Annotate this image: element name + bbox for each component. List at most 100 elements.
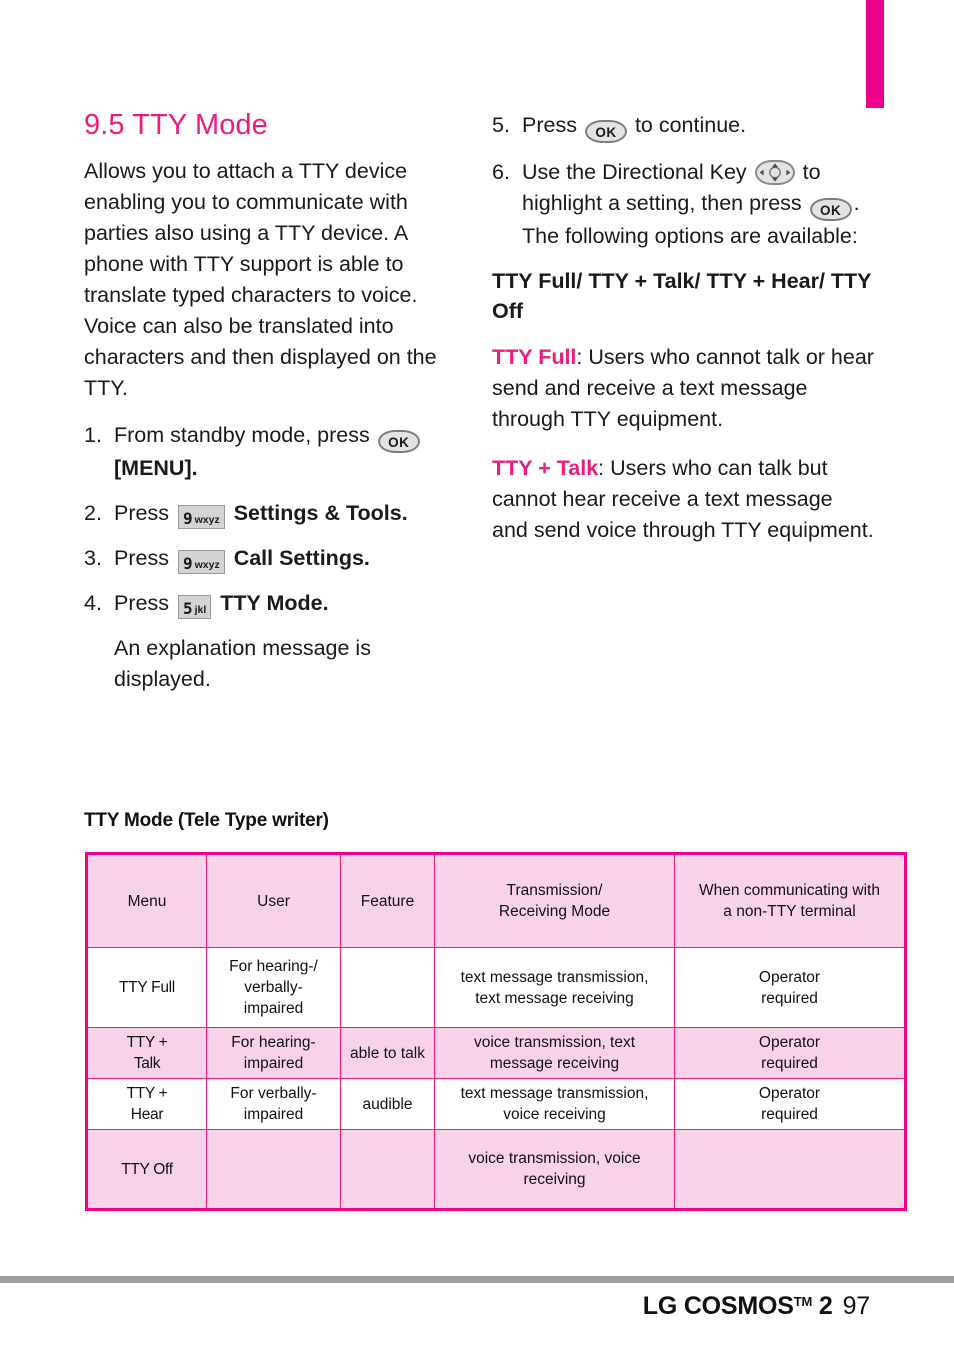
ok-key-icon: OK bbox=[377, 429, 420, 453]
step-2-text-after: Settings & Tools. bbox=[233, 500, 408, 525]
step-5: 5. Press OK to continue. bbox=[492, 110, 874, 143]
page-title: 9.5 TTY Mode bbox=[84, 109, 268, 141]
mode-line-1: voice transmission, text bbox=[473, 1034, 636, 1051]
step-1-text-after: [MENU]. bbox=[114, 455, 198, 480]
mode-line-1: text message transmission, bbox=[460, 968, 649, 986]
step-5-text-after: to continue. bbox=[634, 113, 747, 137]
cell-non-tty: Operator required bbox=[674, 1078, 906, 1130]
step-6: 6. Use the Directional Key to highlight a… bbox=[492, 157, 874, 252]
column-header-user: User bbox=[206, 853, 341, 948]
step-5-text-before: Press bbox=[522, 113, 577, 137]
mode-line-2: message receiving bbox=[489, 1055, 620, 1072]
nontty-line-2: required bbox=[761, 1106, 818, 1123]
nontty-line-2: required bbox=[761, 1055, 818, 1072]
cell-non-tty: Operator required bbox=[674, 1027, 906, 1079]
footer-brand: LG COSMOS bbox=[642, 1292, 794, 1320]
ok-key-icon: OK bbox=[809, 198, 852, 221]
key-digit: 5 bbox=[182, 598, 193, 618]
mode-line-2: voice receiving bbox=[503, 1106, 606, 1123]
user-line-2: impaired bbox=[243, 1055, 304, 1072]
table-row: TTY + Hear For verbally- impaired audibl… bbox=[86, 1078, 906, 1130]
definition-tty-talk: TTY + Talk: Users who can talk but canno… bbox=[492, 453, 874, 546]
numeric-key-9-wxyz-icon: 9 wxyz bbox=[177, 504, 225, 529]
step-4-note: An explanation message is displayed. bbox=[114, 635, 371, 691]
mode-line-2: receiving bbox=[523, 1171, 586, 1188]
cell-user: For hearing- impaired bbox=[206, 1027, 341, 1079]
menu-line-1: TTY + bbox=[126, 1034, 168, 1051]
mode-line-1: text message transmission, bbox=[460, 1085, 649, 1102]
key-letters: wxyz bbox=[194, 558, 220, 571]
step-4: 4. Press 5 jkl TTY Mode. bbox=[84, 588, 464, 619]
table-body: TTY Full For hearing-/ verbally- impaire… bbox=[86, 947, 906, 1210]
column-header-menu: Menu bbox=[86, 853, 207, 948]
cell-menu: TTY Off bbox=[86, 1129, 207, 1210]
user-line-2: impaired bbox=[243, 1106, 304, 1123]
menu-line-1: TTY + bbox=[126, 1085, 168, 1102]
step-4-text-after: TTY Mode. bbox=[220, 590, 329, 615]
cell-transmission-mode: voice transmission, voice receiving bbox=[434, 1129, 675, 1210]
table-row: TTY Off voice transmission, voice receiv… bbox=[86, 1129, 906, 1210]
column-header-non-tty: When communicating with a non-TTY termin… bbox=[674, 853, 906, 948]
ok-key-icon: OK bbox=[584, 120, 627, 143]
step-1-number: 1. bbox=[84, 422, 102, 447]
table-row: TTY + Talk For hearing- impaired able to… bbox=[86, 1027, 906, 1079]
cell-transmission-mode: voice transmission, text message receivi… bbox=[434, 1027, 675, 1079]
step-6-part1: Use the Directional Key bbox=[522, 160, 747, 184]
menu-line-2: Hear bbox=[130, 1106, 164, 1123]
user-line-1: For hearing-/ bbox=[229, 958, 318, 975]
footer-model: 2 bbox=[818, 1292, 833, 1320]
cell-user: For verbally- impaired bbox=[206, 1078, 341, 1130]
cell-feature: able to talk bbox=[340, 1027, 435, 1079]
right-column: 5. Press OK to continue. 6. Use the Direct… bbox=[492, 110, 874, 564]
key-letters: jkl bbox=[194, 603, 207, 616]
page-number: 97 bbox=[842, 1292, 871, 1320]
numeric-key-9-wxyz-icon: 9 wxyz bbox=[177, 549, 225, 574]
mode-line-2: text message receiving bbox=[475, 989, 634, 1007]
manual-page: 9.5 TTY Mode Allows you to attach a TTY … bbox=[0, 0, 954, 1372]
tty-mode-table: Menu User Feature Transmission/ Receivin… bbox=[85, 852, 907, 1211]
footer-divider bbox=[0, 1276, 954, 1283]
left-column: 9.5 TTY Mode Allows you to attach a TTY … bbox=[84, 109, 464, 709]
menu-line-2: Talk bbox=[133, 1055, 161, 1072]
user-line-1: For verbally- bbox=[230, 1085, 317, 1102]
step-3-number: 3. bbox=[84, 545, 102, 570]
cell-transmission-mode: text message transmission, text message … bbox=[434, 947, 675, 1028]
table-header-row: Menu User Feature Transmission/ Receivin… bbox=[86, 853, 906, 948]
column-header-feature: Feature bbox=[340, 853, 435, 948]
directional-key-icon bbox=[754, 160, 795, 185]
user-line-1: For hearing- bbox=[231, 1034, 316, 1051]
definition-tty-full: TTY Full: Users who cannot talk or hear … bbox=[492, 342, 874, 435]
step-3: 3. Press 9 wxyz Call Settings. bbox=[84, 543, 464, 574]
cell-non-tty: Operator required bbox=[674, 947, 906, 1028]
nontty-line-2: required bbox=[761, 989, 818, 1007]
user-line-2: verbally- bbox=[244, 979, 303, 996]
nontty-line-1: Operator bbox=[758, 1085, 821, 1102]
step-2-text-before: Press bbox=[114, 500, 169, 525]
numeric-key-5-jkl-icon: 5 jkl bbox=[177, 594, 212, 619]
cell-user: For hearing-/ verbally- impaired bbox=[206, 947, 341, 1028]
definition-term: TTY + Talk bbox=[492, 456, 599, 480]
key-digit: 9 bbox=[182, 553, 193, 573]
cell-feature bbox=[340, 947, 435, 1028]
cell-menu: TTY + Hear bbox=[86, 1078, 207, 1130]
cell-feature: audible bbox=[340, 1078, 435, 1130]
step-1: 1. From standby mode, press OK [MENU]. bbox=[84, 420, 464, 484]
step-3-text-before: Press bbox=[114, 545, 169, 570]
cell-menu: TTY Full bbox=[86, 947, 207, 1028]
cell-user bbox=[206, 1129, 341, 1210]
header-line-2: Receiving Mode bbox=[498, 903, 611, 920]
table-row: TTY Full For hearing-/ verbally- impaire… bbox=[86, 947, 906, 1028]
table-header: Menu User Feature Transmission/ Receivin… bbox=[86, 853, 906, 948]
nontty-line-1: Operator bbox=[758, 968, 821, 986]
table-caption: TTY Mode (Tele Type writer) bbox=[84, 810, 329, 831]
step-2-number: 2. bbox=[84, 500, 102, 525]
intro-paragraph: Allows you to attach a TTY device enabli… bbox=[84, 158, 437, 400]
footer: LG COSMOSTM 2 97 bbox=[643, 1292, 870, 1321]
column-header-transmission-mode: Transmission/ Receiving Mode bbox=[434, 853, 675, 948]
header-line-2: a non-TTY terminal bbox=[723, 903, 856, 920]
mode-line-1: voice transmission, voice bbox=[468, 1150, 641, 1167]
user-line-3: impaired bbox=[243, 1000, 304, 1017]
step-4-text-before: Press bbox=[114, 590, 169, 615]
section-tab-marker bbox=[866, 0, 884, 108]
header-line-1: When communicating with bbox=[699, 882, 880, 899]
